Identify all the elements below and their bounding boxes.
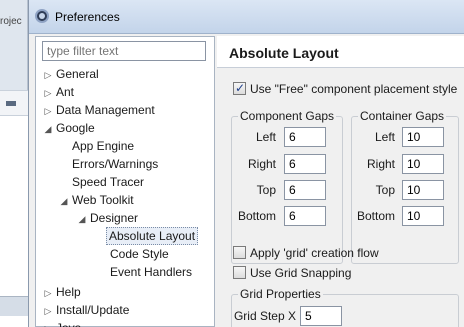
grid-flow-label: Apply 'grid' creation flow <box>250 246 379 260</box>
container-top-input[interactable] <box>402 180 444 200</box>
tree-item-absolute-layout[interactable]: Absolute Layout <box>106 227 199 245</box>
grid-flow-option[interactable]: Apply 'grid' creation flow <box>233 245 379 261</box>
tree-item-general[interactable]: ▷ General <box>42 65 101 83</box>
project-tab-fragment: rojec <box>0 16 22 27</box>
expand-arrow-icon[interactable]: ▷ <box>42 84 54 102</box>
grid-properties-group: Grid Properties Grid Step X <box>231 287 460 327</box>
container-gaps-title: Container Gaps <box>358 109 447 123</box>
container-left-row: Left <box>352 127 460 147</box>
container-right-row: Right <box>352 154 460 174</box>
component-left-row: Left <box>232 127 344 147</box>
container-top-label: Top <box>375 183 395 197</box>
tree-item-google[interactable]: ◢ Google <box>42 119 97 137</box>
container-right-label: Right <box>366 157 395 171</box>
component-right-input[interactable] <box>284 154 326 174</box>
tree-item-speed-tracer[interactable]: Speed Tracer <box>70 173 146 191</box>
grid-step-x-input[interactable] <box>300 306 342 326</box>
container-left-label: Left <box>374 130 395 144</box>
background-ide: rojec <box>0 0 28 327</box>
grid-snapping-label: Use Grid Snapping <box>250 266 352 280</box>
component-right-row: Right <box>232 154 344 174</box>
grid-properties-title: Grid Properties <box>238 287 323 301</box>
component-bottom-input[interactable] <box>284 206 326 226</box>
tree-item-label: Install/Update <box>56 303 130 317</box>
container-gaps-group: Container Gaps Left Right Top Bottom <box>351 109 460 264</box>
tree-item-label: Designer <box>90 211 139 225</box>
tree-item-code-style[interactable]: Code Style <box>108 245 171 263</box>
tree-item-app-engine[interactable]: App Engine <box>70 137 136 155</box>
background-toolbar <box>0 90 28 116</box>
tree-item-label: Ant <box>56 85 75 99</box>
free-placement-label: Use "Free" component placement style <box>250 82 458 96</box>
component-left-label: Left <box>255 130 276 144</box>
tree-item-errors-warnings[interactable]: Errors/Warnings <box>70 155 160 173</box>
container-bottom-input[interactable] <box>402 206 444 226</box>
component-top-label: Top <box>256 183 276 197</box>
tree-item-ant[interactable]: ▷ Ant <box>42 83 76 101</box>
component-gaps-title: Component Gaps <box>238 109 337 123</box>
collapse-arrow-icon[interactable]: ◢ <box>58 192 70 210</box>
grid-step-x-row: Grid Step X <box>232 306 460 326</box>
tree-item-web-toolkit[interactable]: ◢ Web Toolkit <box>58 191 136 209</box>
container-top-row: Top <box>352 180 460 200</box>
expand-arrow-icon[interactable]: ▷ <box>42 102 54 120</box>
tree-item-help[interactable]: ▷ Help <box>42 283 83 301</box>
title-bar[interactable]: Preferences <box>29 0 464 34</box>
tree-item-data-management[interactable]: ▷ Data Management <box>42 101 157 119</box>
grid-flow-checkbox[interactable] <box>233 246 246 259</box>
eclipse-app-icon <box>35 9 49 23</box>
page-title: Absolute Layout <box>229 45 339 61</box>
window-title: Preferences <box>55 10 120 24</box>
tree-item-label: Code Style <box>110 247 169 261</box>
collapse-arrow-icon[interactable]: ◢ <box>76 210 88 228</box>
tree-item-label: Java <box>54 319 83 327</box>
component-top-input[interactable] <box>284 180 326 200</box>
tree-item-label: Data Management <box>56 103 155 117</box>
tree-item-label: Speed Tracer <box>72 175 145 189</box>
collapse-arrow-icon[interactable]: ◢ <box>42 120 54 138</box>
free-placement-checkbox[interactable] <box>233 80 246 96</box>
expand-arrow-icon[interactable]: ▷ <box>42 66 54 84</box>
tree-item-label: App Engine <box>72 139 135 153</box>
container-left-input[interactable] <box>402 127 444 147</box>
expand-arrow-icon[interactable]: ▷ <box>42 302 54 320</box>
page-header: Absolute Layout <box>217 36 464 68</box>
preference-tree-pane: ▷General ▷Ant ▷Data Management ◢Google A… <box>35 36 215 327</box>
container-bottom-row: Bottom <box>352 206 460 226</box>
component-bottom-label: Bottom <box>237 209 276 223</box>
component-gaps-group: Component Gaps Left Right Top Bottom <box>231 109 344 264</box>
component-bottom-row: Bottom <box>232 206 344 226</box>
grid-snapping-checkbox[interactable] <box>233 266 246 279</box>
tree-item-install-update[interactable]: ▷ Install/Update <box>42 301 131 319</box>
tree-item-label: Google <box>56 121 95 135</box>
tree-item-label: Help <box>56 285 81 299</box>
container-bottom-label: Bottom <box>356 209 395 223</box>
tree-item-label: Event Handlers <box>110 265 193 279</box>
expand-arrow-icon[interactable]: ▷ <box>42 284 54 302</box>
tree-item-label: Absolute Layout <box>106 227 199 245</box>
grid-step-x-label: Grid Step X <box>233 309 296 323</box>
preferences-window: Preferences ▷General ▷Ant ▷Data Manageme… <box>28 0 464 327</box>
container-right-input[interactable] <box>402 154 444 174</box>
background-bottom-tab <box>0 296 28 316</box>
tree-item-label: Errors/Warnings <box>72 157 159 171</box>
tree-item-java[interactable]: ▷Java <box>42 319 83 327</box>
component-right-label: Right <box>247 157 276 171</box>
expand-arrow-icon[interactable]: ▷ <box>42 320 54 327</box>
tree-item-event-handlers[interactable]: Event Handlers <box>108 263 194 281</box>
tree-item-label: General <box>56 67 99 81</box>
minimize-icon <box>6 101 16 106</box>
free-placement-option[interactable]: Use "Free" component placement style <box>233 80 458 97</box>
grid-snapping-option[interactable]: Use Grid Snapping <box>233 265 351 281</box>
component-left-input[interactable] <box>284 127 326 147</box>
component-top-row: Top <box>232 180 344 200</box>
tree-item-label: Web Toolkit <box>72 193 134 207</box>
filter-input[interactable] <box>42 41 206 61</box>
preference-page: Absolute Layout Use "Free" component pla… <box>217 36 464 327</box>
tree-item-designer[interactable]: ◢ Designer <box>76 209 140 227</box>
